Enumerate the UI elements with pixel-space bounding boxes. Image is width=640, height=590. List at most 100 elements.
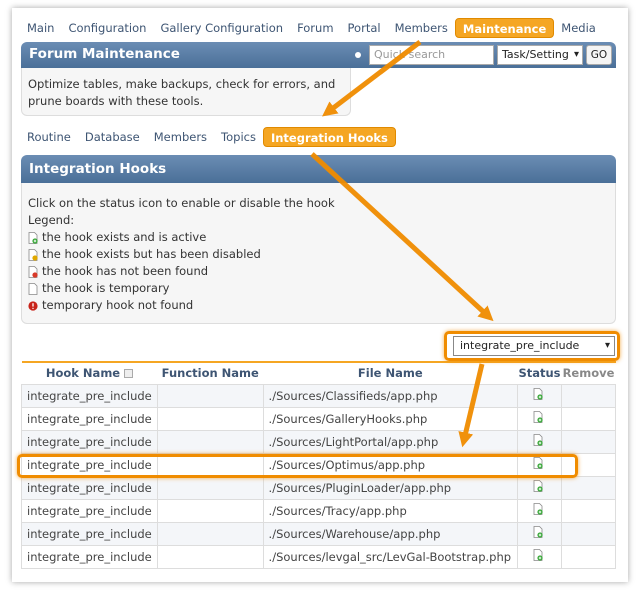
file-name-cell: ./Sources/LightPortal/app.php [262,429,519,454]
table-row: integrate_pre_include ./Sources/Optimus/… [21,452,617,477]
status-cell [517,406,562,431]
intro-text: Click on the status icon to enable or di… [28,196,335,210]
tab-integration-hooks[interactable]: Integration Hooks [262,127,396,147]
tab-database[interactable]: Database [78,127,147,147]
function-name-cell [156,406,264,431]
status-cell [517,521,562,546]
menu-item-portal[interactable]: Portal [341,18,388,38]
remove-cell [560,475,617,500]
file-name-cell: ./Sources/levgal_src/LevGal-Bootstrap.ph… [262,544,519,569]
file-name-cell: ./Sources/Classifieds/app.php [262,383,519,408]
hook-name-cell: integrate_pre_include [21,452,158,477]
remove-cell [560,383,617,408]
menu-item-gallery-configuration[interactable]: Gallery Configuration [153,18,290,38]
legend-item: the hook exists and is active [28,229,609,246]
legend-text: the hook exists but has been disabled [42,247,261,261]
function-name-cell [156,475,264,500]
remove-cell [560,406,617,431]
hook-active-icon[interactable] [533,411,543,423]
hook-active-icon[interactable] [533,526,543,538]
function-name-cell [156,452,264,477]
remove-cell [560,544,617,569]
hook-active-icon[interactable] [533,434,543,446]
file-name-cell: ./Sources/Warehouse/app.php [262,521,519,546]
legend-text: the hook is temporary [42,281,170,295]
file-name-cell: ./Sources/PluginLoader/app.php [262,475,519,500]
tab-members[interactable]: Members [147,127,214,147]
hook-name-cell: integrate_pre_include [21,429,158,454]
legend-title: Legend: [28,213,75,227]
hook-active-icon [28,231,38,244]
hook-filter-select[interactable]: integrate_pre_include ▾ [453,336,615,356]
quick-search-form: Quick search Task/Setting ▾ GO [355,45,612,65]
search-scope-select[interactable]: Task/Setting ▾ [497,45,583,65]
quick-search-input[interactable]: Quick search [369,45,494,65]
tab-topics[interactable]: Topics [214,127,263,147]
remove-cell [560,498,617,523]
hook-not-found-icon [28,265,38,278]
go-button[interactable]: GO [586,45,612,65]
column-header-remove: Remove [561,361,616,385]
table-row: integrate_pre_include ./Sources/Classifi… [21,383,617,408]
column-header-function-name[interactable]: Function Name [157,361,264,385]
menu-item-media[interactable]: Media [554,18,603,38]
file-name-cell: ./Sources/GalleryHooks.php [262,406,519,431]
legend-text: the hook exists and is active [42,230,207,244]
table-row: integrate_pre_include ./Sources/GalleryH… [21,406,617,431]
status-cell [517,383,562,408]
hook-name-cell: integrate_pre_include [21,406,158,431]
integration-hooks-info: Click on the status icon to enable or di… [21,183,616,324]
integration-hooks-header: Integration Hooks [21,155,616,183]
hook-active-icon[interactable] [533,388,543,400]
hook-filter-value: integrate_pre_include [460,339,580,352]
column-header-status[interactable]: Status [517,361,562,385]
menu-item-maintenance[interactable]: Maintenance [454,18,555,38]
chevron-down-icon: ▾ [573,49,579,60]
menu-item-main[interactable]: Main [20,18,61,38]
remove-cell [560,521,617,546]
hook-active-icon[interactable] [533,549,543,561]
status-cell [517,544,562,569]
temporary-not-found-icon [28,300,38,312]
hook-active-icon[interactable] [533,457,543,469]
function-name-cell [156,383,264,408]
section-title: Integration Hooks [29,161,167,177]
page-title: Forum Maintenance [29,46,180,62]
bullet-icon [355,52,361,58]
hook-active-icon[interactable] [533,503,543,515]
column-header-file-name[interactable]: File Name [263,361,518,385]
table-row: integrate_pre_include ./Sources/LightPor… [21,429,617,454]
forum-maintenance-header: Forum Maintenance Quick search Task/Sett… [21,42,616,68]
menu-item-forum[interactable]: Forum [290,18,340,38]
menu-item-members[interactable]: Members [388,18,455,38]
menu-item-configuration[interactable]: Configuration [61,18,153,38]
status-cell [517,452,562,477]
hook-name-cell: integrate_pre_include [21,475,158,500]
table-row: integrate_pre_include ./Sources/levgal_s… [21,544,617,569]
legend-item: the hook exists but has been disabled [28,246,609,263]
remove-cell [560,452,617,477]
sort-icon[interactable] [124,369,134,379]
status-cell [517,429,562,454]
hook-name-cell: integrate_pre_include [21,498,158,523]
hooks-table: Hook Name Function Name File Name Status… [21,361,617,569]
tab-routine[interactable]: Routine [20,127,78,147]
column-header-hook-name[interactable]: Hook Name [21,361,158,385]
remove-cell [560,429,617,454]
hook-active-icon[interactable] [533,480,543,492]
hook-temporary-icon [28,282,38,295]
top-menu: Main Configuration Gallery Configuration… [20,18,603,38]
function-name-cell [156,544,264,569]
search-scope-value: Task/Setting [502,48,569,61]
file-name-cell: ./Sources/Optimus/app.php [262,452,519,477]
function-name-cell [156,498,264,523]
hook-disabled-icon [28,248,38,261]
table-header-row: Hook Name Function Name File Name Status… [21,361,616,385]
table-row: integrate_pre_include ./Sources/Warehous… [21,521,617,546]
hook-name-cell: integrate_pre_include [21,544,158,569]
maintenance-subtabs: Routine Database Members Topics Integrat… [20,127,396,147]
status-cell [517,475,562,500]
hook-name-cell: integrate_pre_include [21,383,158,408]
status-cell [517,498,562,523]
legend-text: temporary hook not found [42,298,194,312]
